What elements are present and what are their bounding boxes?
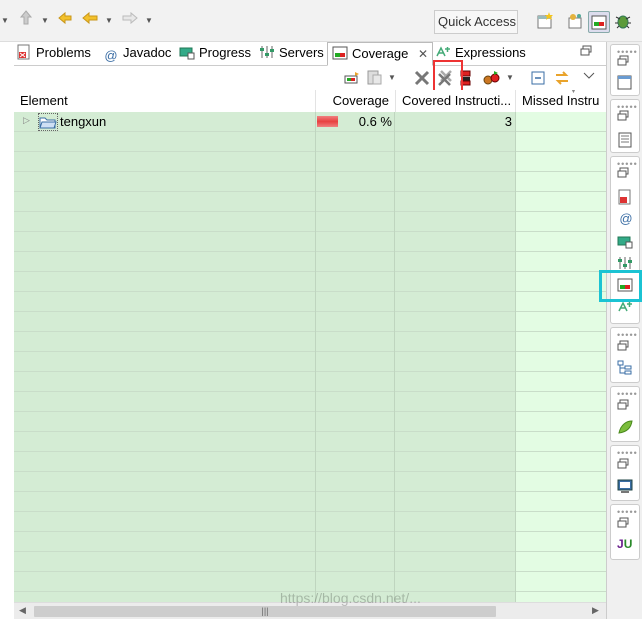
dropdown-icon[interactable]: ▼ [0,10,10,32]
table-row[interactable]: ▷ tengxun 0.6 % 3 [14,112,606,132]
expand-arrow-icon[interactable]: ▷ [23,115,30,126]
trim-group-2: ••••• [610,99,640,153]
dropdown-icon[interactable]: ▼ [104,10,114,32]
spring-icon[interactable] [617,419,635,437]
remove-session-icon[interactable] [413,69,431,87]
restore-icon[interactable] [617,110,635,128]
coverage-table: Element Coverage Covered Instructi... Mi… [14,90,606,602]
trim-group-1: ••••• [610,44,640,96]
up-arrow-icon[interactable] [16,10,36,32]
restore-icon[interactable] [617,399,635,417]
scrollbar-grip: ||| [261,606,269,616]
back-icon[interactable] [80,10,100,32]
tab-servers[interactable]: Servers [259,42,324,66]
dump-execution-data-icon[interactable] [482,69,500,87]
java-perspective-icon[interactable] [565,11,587,33]
column-header-covered-instructions[interactable]: Covered Instructi... [396,90,516,112]
trim-group-5: ••••• [610,386,640,442]
tab-label: Coverage [352,46,409,61]
highlight-remove-all [433,60,463,94]
restore-icon[interactable] [617,55,635,73]
element-name: tengxun [60,114,107,129]
tab-label: Problems [36,45,91,60]
tab-coverage[interactable]: Coverage ✕ [327,42,434,66]
project-folder-icon [38,113,58,131]
close-icon[interactable]: ✕ [418,47,428,61]
view-menu-icon[interactable] [582,69,600,87]
tab-problems[interactable]: Problems [16,42,91,66]
coverage-percent: 0.6 % [358,114,392,129]
scroll-left-icon[interactable]: ◀ [19,605,26,616]
scrollbar-thumb[interactable]: ||| [34,606,496,617]
column-header-missed-instructions[interactable]: Missed Instru [516,90,606,112]
column-header-coverage[interactable]: Coverage [316,90,396,112]
tab-label: Javadoc [123,45,172,60]
coverage-view-toolbar: ▼ ▼ [14,66,606,90]
import-session-icon[interactable] [365,69,383,87]
progress-icon[interactable] [617,233,635,251]
coverage-perspective-icon[interactable] [588,11,610,33]
main-toolbar: ▼ ▼ ▼ ▼ Quick Access [0,0,642,42]
dropdown-icon[interactable]: ▼ [40,10,50,32]
tab-progress[interactable]: Progress [179,42,251,66]
watermark: https://blog.csdn.net/... [280,590,421,606]
hierarchy-icon[interactable] [617,360,635,378]
column-header-element[interactable]: Element [14,90,316,112]
dropdown-icon[interactable]: ▼ [144,10,154,32]
restore-icon[interactable] [617,517,635,535]
trim-group-4: ••••• [610,327,640,383]
last-edit-icon[interactable] [56,10,76,32]
dropdown-icon[interactable]: ▼ [387,66,397,90]
covered-instructions-value: 3 [504,114,512,129]
coverage-icon [332,45,348,61]
tab-label: Expressions [455,45,526,60]
dropdown-icon[interactable]: ▼ [505,66,515,90]
junit-icon[interactable]: JU [617,537,635,555]
forward-icon[interactable] [120,10,140,32]
relaunch-icon[interactable] [343,69,361,87]
progress-icon [179,44,195,60]
tab-label: Progress [199,45,252,60]
restore-icon[interactable] [617,340,635,358]
highlight-coverage-trim [599,270,642,302]
javadoc-icon[interactable]: @ [617,211,635,229]
tab-label: Servers [279,45,324,60]
view-tab-bar: Problems @ Javadoc Progress Servers Cover… [14,42,606,66]
collapse-all-icon[interactable] [530,69,548,87]
sort-indicator-icon: ▼ [570,90,577,95]
table-body [14,112,606,602]
tab-javadoc[interactable]: @ Javadoc [103,42,171,66]
javadoc-icon: @ [104,48,118,63]
open-perspective-icon[interactable] [535,11,557,33]
minimize-icon[interactable] [580,45,594,59]
trim-group-7: ••••• JU [610,504,640,560]
console-icon[interactable] [617,478,635,496]
link-icon[interactable] [553,69,571,87]
coverage-bar [317,116,338,127]
servers-icon [259,44,275,60]
problems-icon [16,44,32,60]
restore-icon[interactable] [617,458,635,476]
right-trim-stack: ••••• ••••• ••••• @ ••••• ••••• ••••• ••… [606,42,642,619]
outline-icon[interactable] [617,132,635,150]
quick-access-input[interactable]: Quick Access [434,10,518,34]
scroll-right-icon[interactable]: ▶ [592,605,599,616]
trim-group-6: ••••• [610,445,640,501]
debug-icon[interactable] [613,11,635,33]
restore-icon[interactable] [617,167,635,185]
problems-icon[interactable] [617,189,635,207]
expressions-icon [435,44,451,60]
editor-area-icon[interactable] [617,75,635,93]
